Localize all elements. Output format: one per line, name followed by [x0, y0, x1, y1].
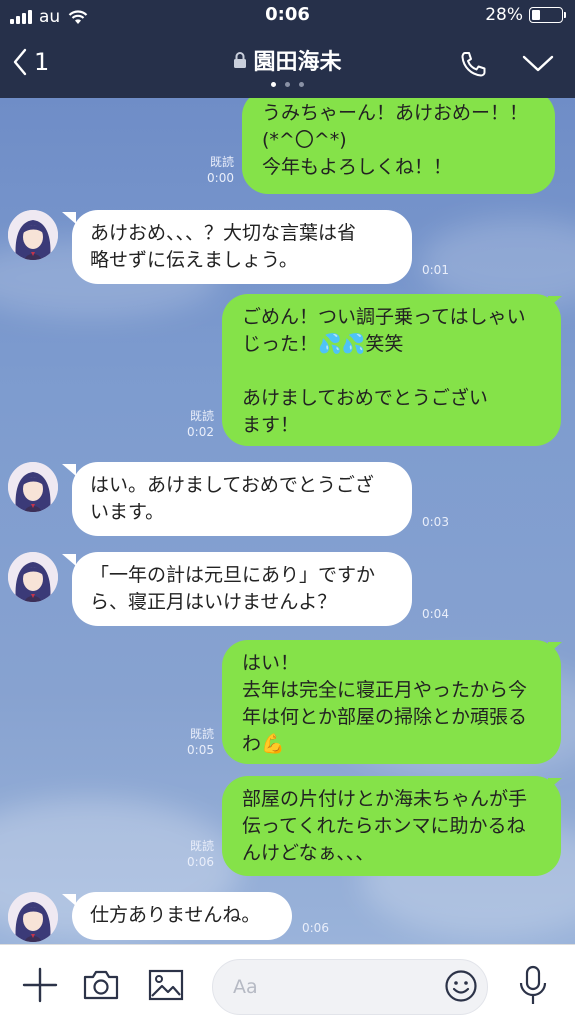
- message-text: うみちゃーん！あけおめー！！ (*^〇^*) 今年もよろしくね！！: [262, 102, 529, 178]
- message-time: 0:06: [302, 921, 329, 935]
- page-dot: [285, 82, 290, 87]
- chat-area[interactable]: うみちゃーん！あけおめー！！ (*^〇^*) 今年もよろしくね！！ 既読 0:0…: [0, 98, 575, 944]
- message-time: 0:01: [422, 263, 449, 277]
- message-text: 「一年の計は元旦にあり」ですか ら、寝正月はいけませんよ？: [90, 564, 376, 613]
- avatar[interactable]: [8, 462, 58, 512]
- their-message-bubble[interactable]: 「一年の計は元旦にあり」ですか ら、寝正月はいけませんよ？: [72, 552, 412, 626]
- image-button[interactable]: [148, 969, 184, 1005]
- my-message-bubble[interactable]: 部屋の片付けとか海未ちゃんが手 伝ってくれたらホンマに助かるね んけどなぁ、、、: [222, 776, 561, 876]
- message-text: 部屋の片付けとか海未ちゃんが手 伝ってくれたらホンマに助かるね んけどなぁ、、、: [242, 788, 528, 864]
- message-meta: 既読 0:00: [180, 154, 234, 186]
- message-text: 仕方ありませんね。: [90, 904, 261, 926]
- plus-icon: [22, 967, 58, 1003]
- avatar-image: [8, 210, 58, 260]
- input-bar: Aa: [0, 944, 575, 1025]
- my-message-bubble[interactable]: ごめん！つい調子乗ってはしゃい じった！💦💦笑笑 あけましておめでとうござい ま…: [222, 294, 561, 446]
- image-icon: [148, 969, 184, 1001]
- their-message-bubble[interactable]: あけおめ、、、？大切な言葉は省 略せずに伝えましょう。: [72, 210, 412, 284]
- camera-button[interactable]: [82, 969, 120, 1005]
- phone-icon: [461, 52, 486, 77]
- read-receipt: 既読: [209, 155, 234, 169]
- avatar-image: [8, 462, 58, 512]
- avatar[interactable]: [8, 210, 58, 260]
- mic-button[interactable]: [518, 965, 548, 1011]
- message-time: 0:04: [422, 607, 449, 621]
- my-message-bubble[interactable]: うみちゃーん！あけおめー！！ (*^〇^*) 今年もよろしくね！！: [242, 98, 555, 194]
- read-receipt: 既読: [189, 409, 214, 423]
- camera-icon: [83, 970, 119, 1000]
- status-bar: au 0:06 28%: [0, 0, 575, 32]
- message-meta: 既読 0:06: [160, 838, 214, 870]
- call-button[interactable]: [458, 50, 490, 84]
- message-time: 0:03: [422, 515, 449, 529]
- read-receipt: 既読: [189, 839, 214, 853]
- mic-icon: [519, 965, 547, 1004]
- menu-button[interactable]: [522, 54, 554, 78]
- message-meta: 既読 0:02: [160, 408, 214, 440]
- their-message-bubble[interactable]: はい。あけましておめでとうござ います。: [72, 462, 412, 536]
- message-text: はい！ 去年は完全に寝正月やったから今 年は何とか部屋の掃除とか頑張る わ💪: [242, 652, 528, 755]
- avatar[interactable]: [8, 552, 58, 602]
- page-dot: [271, 82, 276, 87]
- input-placeholder: Aa: [233, 976, 258, 998]
- message-text: あけおめ、、、？大切な言葉は省 略せずに伝えましょう。: [90, 222, 357, 271]
- smiley-icon: [445, 970, 477, 1002]
- message-time: 0:06: [187, 855, 214, 869]
- message-meta: 既読 0:05: [160, 726, 214, 758]
- read-receipt: 既読: [189, 727, 214, 741]
- chevron-down-icon: [522, 55, 554, 72]
- avatar-image: [8, 552, 58, 602]
- message-time: 0:00: [207, 171, 234, 185]
- emoji-button[interactable]: [444, 969, 478, 1007]
- avatar-image: [8, 892, 58, 942]
- message-time: 0:05: [187, 743, 214, 757]
- their-message-bubble[interactable]: 仕方ありませんね。: [72, 892, 292, 940]
- battery-percent: 28%: [485, 5, 523, 25]
- chat-header: 1 園田海未: [0, 32, 575, 98]
- chat-title: 園田海未: [253, 50, 342, 75]
- add-button[interactable]: [22, 967, 58, 1007]
- avatar[interactable]: [8, 892, 58, 942]
- page-dot: [299, 82, 304, 87]
- message-time: 0:02: [187, 425, 214, 439]
- message-text: はい。あけましておめでとうござ います。: [90, 474, 374, 523]
- lock-icon: [234, 52, 247, 68]
- battery-icon: [529, 7, 566, 23]
- message-text: ごめん！つい調子乗ってはしゃい じった！💦💦笑笑 あけましておめでとうござい ま…: [242, 306, 526, 436]
- my-message-bubble[interactable]: はい！ 去年は完全に寝正月やったから今 年は何とか部屋の掃除とか頑張る わ💪: [222, 640, 561, 764]
